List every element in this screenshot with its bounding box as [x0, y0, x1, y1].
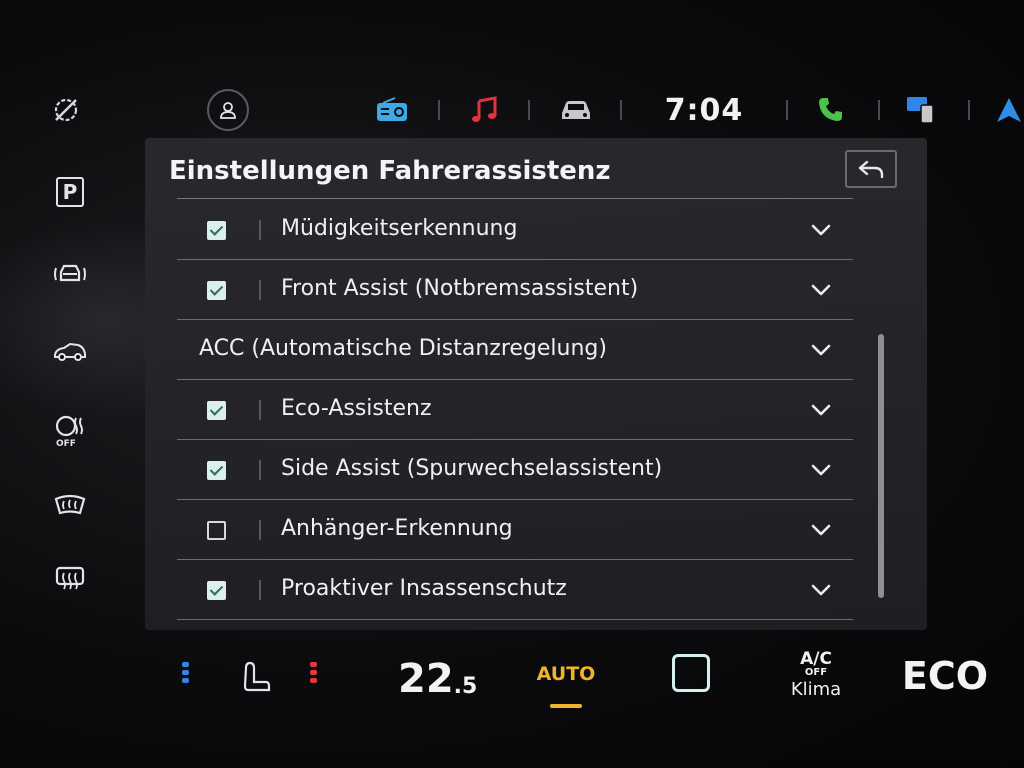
temperature-decimal: .5	[453, 673, 478, 699]
list-item-label: Eco-Assistenz	[281, 396, 432, 421]
row-separator	[259, 520, 261, 540]
list-item-label: Side Assist (Spurwechselassistent)	[281, 456, 663, 481]
row-separator	[259, 580, 261, 600]
checkbox[interactable]	[207, 221, 226, 240]
list-item-label: ACC (Automatische Distanzregelung)	[199, 336, 607, 361]
row-separator	[259, 400, 261, 420]
lane-assist-icon[interactable]	[40, 252, 100, 296]
chevron-down-icon[interactable]	[809, 578, 833, 602]
list-item-label: Müdigkeitserkennung	[281, 216, 518, 241]
eco-button[interactable]: ECO	[900, 652, 990, 700]
list-item[interactable]: Proaktiver Insassenschutz	[177, 560, 853, 620]
back-arrow-icon	[858, 160, 884, 179]
chevron-down-icon[interactable]	[809, 398, 833, 422]
profile-icon	[207, 89, 249, 131]
clock-time: 7:04	[664, 92, 744, 128]
list-item-label: Front Assist (Notbremsassistent)	[281, 276, 639, 301]
ac-off-label: OFF	[804, 666, 828, 678]
scrollbar[interactable]	[878, 334, 884, 598]
page-title: Einstellungen Fahrerassistenz	[169, 156, 611, 186]
music-icon[interactable]	[464, 88, 504, 132]
auto-label: AUTO	[536, 663, 596, 685]
assist-off-icon[interactable]	[44, 88, 88, 132]
temperature-whole: 22	[398, 656, 454, 702]
rear-defrost-icon[interactable]	[40, 556, 100, 600]
heated-wheel-off-icon[interactable]: OFF	[40, 408, 100, 452]
app-connect-icon[interactable]	[902, 88, 942, 132]
profile-button[interactable]	[206, 88, 250, 132]
list-section-header[interactable]: ACC (Automatische Distanzregelung)	[177, 320, 853, 380]
checkbox[interactable]	[207, 461, 226, 480]
checkbox[interactable]	[207, 581, 226, 600]
list-item[interactable]: Eco-Assistenz	[177, 380, 853, 440]
seat-icon[interactable]	[236, 658, 276, 698]
topbar-separator	[878, 100, 880, 120]
topbar-separator	[620, 100, 622, 120]
row-divider	[177, 619, 853, 620]
car-icon[interactable]	[554, 88, 598, 132]
parking-label: P	[62, 180, 78, 204]
ac-button[interactable]: A/C OFF Klima	[786, 646, 846, 706]
chevron-down-icon[interactable]	[809, 518, 833, 542]
parking-icon: P	[56, 177, 84, 207]
row-separator	[259, 280, 261, 300]
front-defrost-icon[interactable]	[40, 484, 100, 528]
top-status-bar: 7:04	[0, 80, 1024, 140]
checkbox[interactable]	[207, 521, 226, 540]
ac-label: A/C	[800, 648, 832, 669]
auto-active-indicator	[550, 704, 582, 708]
car-view-icon[interactable]	[40, 330, 100, 374]
chevron-down-icon[interactable]	[809, 338, 833, 362]
list-item-label: Proaktiver Insassenschutz	[281, 576, 567, 601]
list-item[interactable]: Anhänger-Erkennung	[177, 500, 853, 560]
klima-label: Klima	[790, 678, 842, 700]
topbar-separator	[528, 100, 530, 120]
chevron-down-icon[interactable]	[809, 278, 833, 302]
title-divider	[177, 198, 853, 199]
chevron-down-icon[interactable]	[809, 458, 833, 482]
checkbox[interactable]	[207, 281, 226, 300]
list-item[interactable]: Müdigkeitserkennung	[177, 200, 853, 260]
square-icon	[672, 654, 710, 692]
topbar-separator	[786, 100, 788, 120]
row-separator	[259, 220, 261, 240]
climate-bar: 22.5 AUTO A/C OFF Klima ECO	[0, 636, 1024, 726]
auto-button[interactable]: AUTO	[536, 660, 596, 688]
navigation-icon[interactable]	[994, 88, 1024, 132]
list-item[interactable]: Side Assist (Spurwechselassistent)	[177, 440, 853, 500]
list-item[interactable]: Front Assist (Notbremsassistent)	[177, 260, 853, 320]
checkbox[interactable]	[207, 401, 226, 420]
max-defrost-button[interactable]	[668, 650, 714, 696]
topbar-separator	[438, 100, 440, 120]
temperature-display[interactable]: 22.5	[398, 654, 477, 704]
seat-cooling-level	[182, 662, 189, 683]
clock: 7:04	[654, 88, 754, 132]
back-button[interactable]	[845, 150, 897, 188]
list-item-label: Anhänger-Erkennung	[281, 516, 513, 541]
parking-button[interactable]: P	[40, 170, 100, 214]
eco-label: ECO	[901, 654, 989, 698]
chevron-down-icon[interactable]	[809, 218, 833, 242]
settings-panel: Einstellungen Fahrerassistenz Müdigkeits…	[145, 138, 927, 630]
svg-text:OFF: OFF	[56, 439, 76, 448]
radio-icon[interactable]	[372, 88, 412, 132]
row-separator	[259, 460, 261, 480]
topbar-separator	[968, 100, 970, 120]
phone-icon[interactable]	[810, 88, 850, 132]
seat-heating-level	[310, 662, 317, 683]
